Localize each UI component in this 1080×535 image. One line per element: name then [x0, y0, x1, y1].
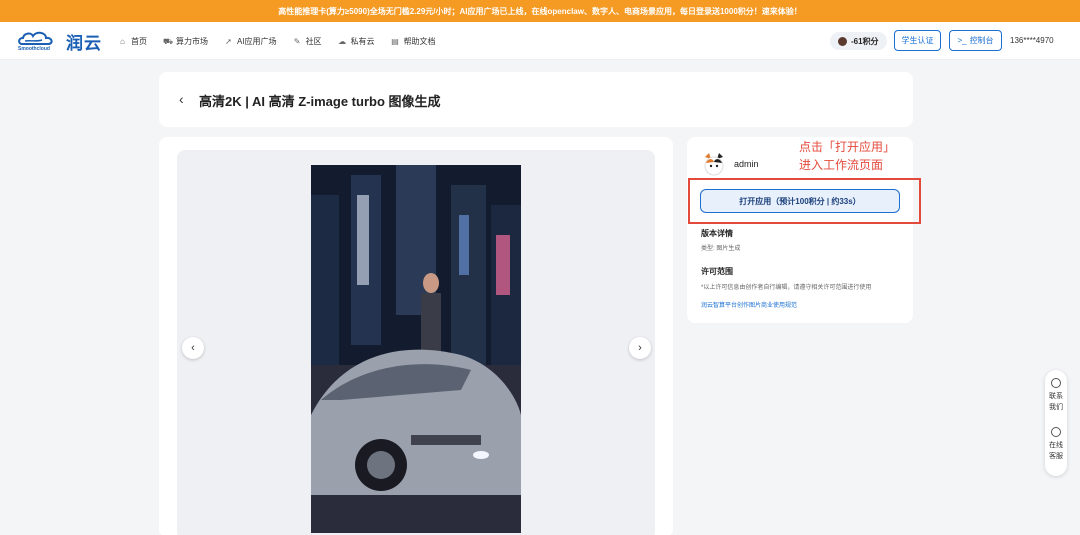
online-service-button[interactable]: 在线客服 [1045, 427, 1067, 462]
book-icon: ▤ [391, 36, 399, 46]
student-auth-label: 学生认证 [901, 36, 934, 45]
floating-service-bar: 联系我们 在线客服 [1045, 370, 1067, 476]
license-link[interactable]: 润云智算平台创作图片商业使用规范 [701, 300, 797, 309]
cart-icon: ⛟ [163, 36, 174, 46]
nav-home[interactable]: ⌂ 首页 [118, 36, 147, 47]
rocket-icon: ➚ [225, 36, 232, 46]
next-image-button[interactable]: › [629, 337, 651, 359]
promo-banner[interactable]: 高性能推理卡(算力≥5090)全场无门槛2.29元/小时；AI应用广场已上线，在… [0, 0, 1080, 22]
nav-label: 帮助文档 [403, 36, 436, 46]
home-icon: ⌂ [120, 36, 125, 46]
promo-banner-text: 高性能推理卡(算力≥5090)全场无门槛2.29元/小时；AI应用广场已上线，在… [278, 6, 802, 16]
terminal-icon: >_ [957, 36, 967, 45]
student-auth-button[interactable]: 学生认证 [894, 30, 941, 51]
highlight-box [688, 178, 921, 224]
chevron-right-icon: › [638, 342, 642, 354]
nav-community[interactable]: ✎ 社区 [293, 36, 322, 47]
nav-private-cloud[interactable]: ☁ 私有云 [338, 36, 375, 47]
logo[interactable]: Smoothcloud 润云 [16, 27, 112, 55]
user-account[interactable]: 136****4970 [1010, 36, 1054, 45]
nav-label: AI应用广场 [237, 36, 277, 46]
points-badge[interactable]: -61积分 [830, 32, 887, 50]
license-title: 许可范围 [701, 267, 733, 276]
nav-label: 社区 [305, 36, 322, 46]
nav-compute-market[interactable]: ⛟ 算力市场 [163, 36, 208, 47]
title-card: ‹ 高清2K | AI 高清 Z-image turbo 图像生成 [159, 72, 913, 127]
chevron-left-icon: ‹ [191, 342, 195, 354]
nav-help-docs[interactable]: ▤ 帮助文档 [391, 36, 436, 47]
contact-label: 联系我们 [1049, 393, 1063, 411]
nav-label: 私有云 [350, 36, 375, 46]
main-menu: ⌂ 首页 ⛟ 算力市场 ➚ AI应用广场 ✎ 社区 ☁ 私有云 ▤ 帮助文档 [118, 22, 452, 60]
headset-icon [1051, 427, 1061, 437]
avatar[interactable] [701, 151, 727, 177]
back-arrow-icon[interactable]: ‹ [179, 91, 184, 107]
preview-image [311, 165, 521, 533]
logo-subtitle: Smoothcloud [18, 46, 50, 52]
person-icon [1051, 378, 1061, 388]
logo-text: 润云 [66, 33, 102, 53]
contact-us-button[interactable]: 联系我们 [1045, 378, 1067, 413]
page-title: 高清2K | AI 高清 Z-image turbo 图像生成 [199, 94, 441, 109]
version-text: 类型: 图片生成 [701, 246, 741, 252]
points-value: -61积分 [851, 36, 879, 46]
version-title: 版本详情 [701, 229, 733, 238]
license-text: *以上许可信息由创作者自行编辑，请遵守相关许可范围进行使用 [701, 285, 872, 291]
nav-ai-app-square[interactable]: ➚ AI应用广场 [224, 36, 277, 47]
author-name: admin [734, 159, 759, 169]
annotation-line-2: 进入工作流页面 [799, 158, 884, 172]
image-gallery: ‹ › [177, 150, 655, 535]
service-label: 在线客服 [1049, 442, 1063, 460]
cloud-logo-icon: Smoothcloud [16, 27, 60, 55]
tag-icon: ✎ [293, 36, 301, 46]
console-label: 控制台 [969, 36, 994, 45]
console-button[interactable]: >_ 控制台 [949, 30, 1002, 51]
nav-label: 首页 [131, 36, 147, 46]
cloud-icon: ☁ [338, 36, 347, 46]
annotation-line-1: 点击「打开应用」 [799, 140, 896, 154]
prev-image-button[interactable]: ‹ [182, 337, 204, 359]
nav-label: 算力市场 [176, 36, 208, 46]
annotation-text: 点击「打开应用」 进入工作流页面 [799, 138, 895, 174]
preview-card: ‹ › [159, 137, 673, 535]
coin-icon [838, 36, 847, 46]
